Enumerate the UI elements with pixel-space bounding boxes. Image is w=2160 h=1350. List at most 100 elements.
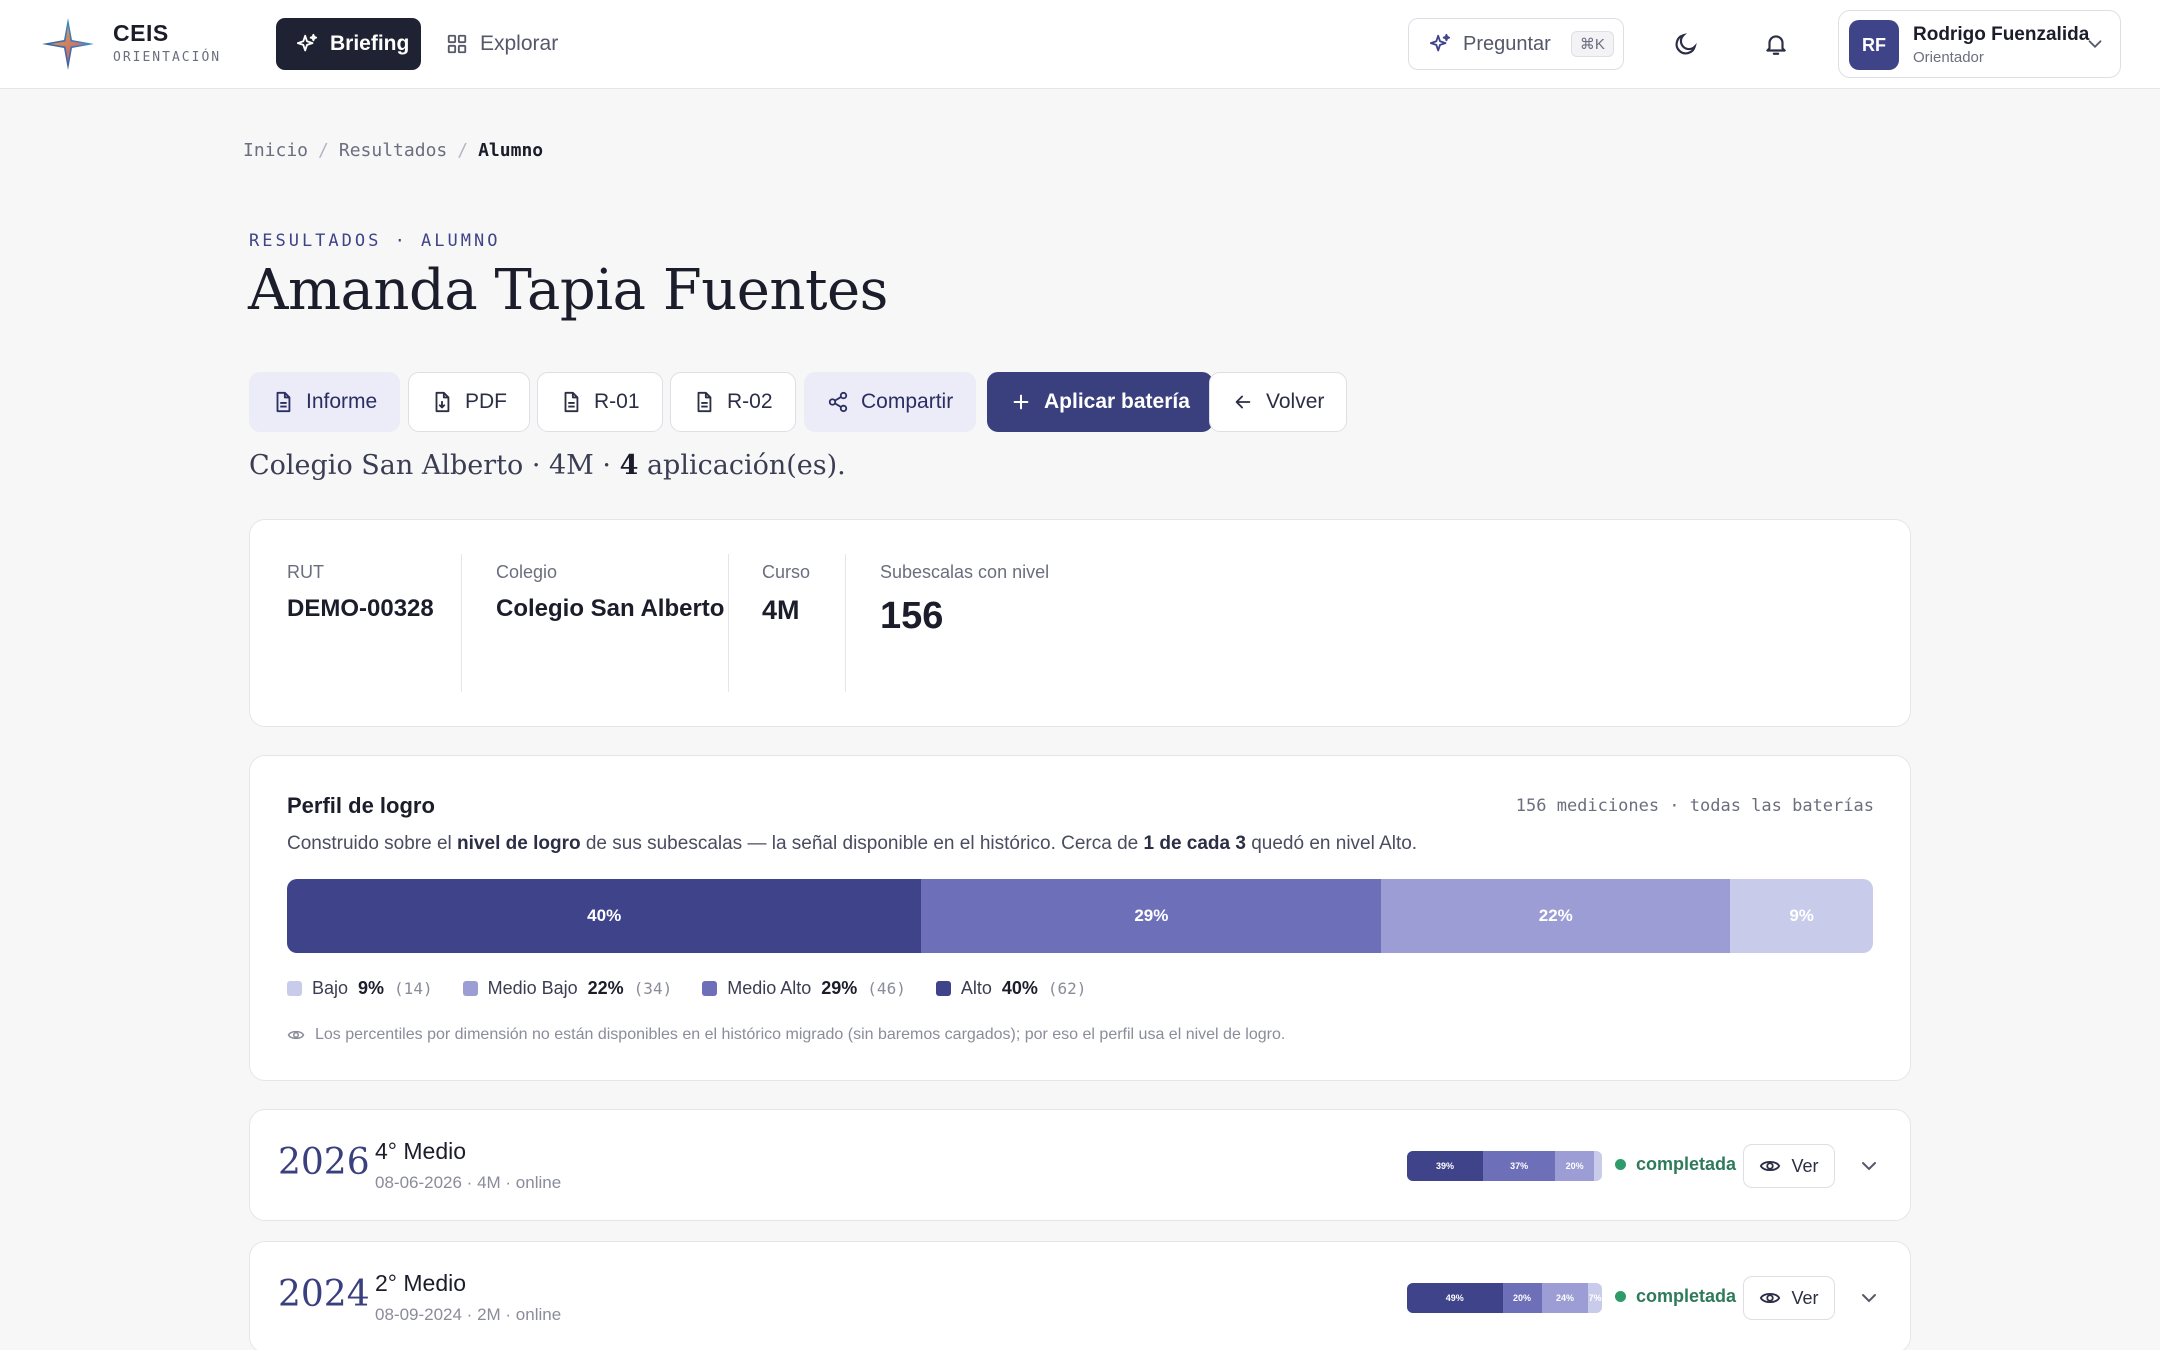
- status-badge: completada: [1615, 1286, 1736, 1307]
- compartir-button[interactable]: Compartir: [804, 372, 977, 432]
- eye-icon: [1760, 1160, 1781, 1172]
- profile-title: Perfil de logro: [287, 793, 435, 818]
- ver-label: Ver: [1791, 1155, 1819, 1176]
- top-bar: CEIS ORIENTACIÓN Briefing Explorar Pregu…: [0, 0, 2160, 89]
- mini-bar-segment: 20%: [1502, 1283, 1542, 1313]
- profile-desc-b2: 1 de cada 3: [1143, 833, 1246, 854]
- legend-count: (34): [633, 979, 673, 998]
- volver-label: Volver: [1266, 390, 1325, 413]
- profile-desc-1: Construido sobre el: [287, 833, 458, 854]
- summary-prefix: Colegio San Alberto · 4M ·: [249, 450, 620, 481]
- bell-icon: [1766, 35, 1786, 55]
- ver-button[interactable]: Ver: [1743, 1144, 1835, 1188]
- stat-curso: Curso 4M: [762, 554, 810, 692]
- bar-segment-medio-bajo: 22%: [1381, 879, 1731, 953]
- application-year: 2024: [278, 1274, 370, 1315]
- legend-swatch: [287, 981, 302, 996]
- expand-button[interactable]: [1857, 1286, 1881, 1315]
- grid-icon: [447, 34, 467, 54]
- breadcrumb-resultados[interactable]: Resultados: [339, 140, 447, 161]
- application-grade: 4° Medio: [375, 1138, 467, 1164]
- volver-button[interactable]: Volver: [1209, 372, 1348, 432]
- profile-desc-2: de sus subescalas — la señal disponible …: [580, 833, 1144, 854]
- r01-label: R-01: [594, 390, 640, 413]
- application-info: 08-09-2024 · 2M · online: [375, 1305, 562, 1324]
- application-row[interactable]: 2024 2° Medio 08-09-2024 · 2M · online 49% 2…: [249, 1241, 1911, 1350]
- plus-icon: [1013, 394, 1029, 410]
- legend-percent: 22%: [587, 978, 624, 998]
- mini-bar-segment: 20%: [1555, 1151, 1595, 1181]
- legend-swatch: [462, 981, 478, 996]
- application-year: 2026: [278, 1142, 370, 1183]
- legend-percent: 40%: [1001, 978, 1038, 998]
- breadcrumb-separator: /: [457, 140, 469, 161]
- status-label: completada: [1636, 1286, 1737, 1306]
- status-badge: completada: [1615, 1154, 1736, 1175]
- student-summary: Colegio San Alberto · 4M · 4 aplicación(…: [249, 450, 846, 481]
- stat-divider: [845, 554, 846, 692]
- nav-briefing[interactable]: Briefing: [276, 18, 421, 70]
- legend-item: Alto 40% (62): [935, 978, 1087, 999]
- breadcrumb-inicio[interactable]: Inicio: [243, 140, 308, 161]
- mini-bar-segment: 37%: [1483, 1151, 1556, 1181]
- r01-button[interactable]: R-01: [537, 372, 663, 432]
- application-grade: 2° Medio: [375, 1270, 467, 1296]
- page-title: Amanda Tapia Fuentes: [248, 258, 888, 323]
- ver-label: Ver: [1791, 1287, 1819, 1308]
- mini-bar-segment: 7%: [1588, 1283, 1602, 1313]
- ceis-logo-icon[interactable]: [40, 16, 96, 72]
- mini-bar-segment: 24%: [1541, 1283, 1589, 1313]
- bar-segment-alto: 40%: [287, 879, 922, 953]
- r02-label: R-02: [727, 390, 773, 413]
- pdf-label: PDF: [465, 390, 507, 413]
- stat-colegio-label: Colegio: [496, 562, 558, 582]
- stat-divider: [461, 554, 462, 692]
- aplicar-bateria-label: Aplicar batería: [1044, 390, 1190, 413]
- document-icon: [564, 391, 579, 413]
- profile-meta: 156 mediciones · todas las baterías: [1515, 796, 1874, 816]
- bar-segment-medio-alto: 29%: [921, 879, 1382, 953]
- aplicar-bateria-button[interactable]: Aplicar batería: [987, 372, 1213, 432]
- breadcrumb: Inicio / Resultados / Alumno: [243, 140, 543, 161]
- legend-name: Medio Alto: [727, 978, 812, 998]
- eye-icon: [1760, 1292, 1781, 1304]
- theme-toggle-button[interactable]: [1668, 26, 1704, 62]
- application-mini-bar: 39% 37% 20%: [1407, 1151, 1602, 1181]
- stat-subescalas-label: Subescalas con nivel: [880, 562, 1050, 582]
- legend-name: Bajo: [312, 978, 349, 998]
- stat-curso-label: Curso: [762, 562, 811, 582]
- application-row[interactable]: 2026 4° Medio 08-06-2026 · 4M · online 39% 3…: [249, 1109, 1911, 1221]
- chevron-down-icon: [2088, 40, 2102, 49]
- bar-segment-bajo: 9%: [1730, 879, 1873, 953]
- document-icon: [697, 391, 712, 413]
- legend-count: (62): [1047, 979, 1087, 998]
- legend-percent: 29%: [821, 978, 858, 998]
- nav-explorar[interactable]: Explorar: [446, 18, 558, 70]
- legend-item: Bajo 9% (14): [287, 978, 433, 999]
- ask-button[interactable]: Preguntar ⌘K: [1408, 18, 1624, 70]
- notifications-button[interactable]: [1758, 26, 1794, 62]
- breadcrumb-separator: /: [318, 140, 329, 161]
- pdf-button[interactable]: PDF: [408, 372, 530, 432]
- avatar: RF: [1849, 20, 1899, 70]
- user-menu[interactable]: RF Rodrigo Fuenzalida Orientador: [1838, 10, 2121, 78]
- r02-button[interactable]: R-02: [670, 372, 796, 432]
- application-mini-bar: 49% 20% 24% 7%: [1407, 1283, 1602, 1313]
- sparkle-icon: [296, 33, 318, 52]
- informe-button[interactable]: Informe: [249, 372, 401, 432]
- mini-bar-segment: [1594, 1151, 1602, 1181]
- compartir-label: Compartir: [861, 390, 954, 413]
- chevron-down-icon: [1862, 1294, 1876, 1303]
- ver-button[interactable]: Ver: [1743, 1276, 1835, 1320]
- user-name: Rodrigo Fuenzalida: [1913, 24, 2090, 45]
- stat-colegio-value: Colegio San Alberto: [496, 595, 725, 622]
- expand-button[interactable]: [1857, 1154, 1881, 1183]
- share-icon: [828, 391, 848, 413]
- stat-subescalas: Subescalas con nivel 156: [880, 554, 1049, 692]
- stat-colegio: Colegio Colegio San Alberto: [496, 554, 724, 692]
- ask-shortcut: ⌘K: [1570, 31, 1614, 57]
- nav-explorar-label: Explorar: [480, 32, 559, 55]
- sparkle-icon: [1429, 33, 1451, 52]
- status-dot-icon: [1615, 1159, 1626, 1170]
- eye-icon: [287, 1030, 305, 1040]
